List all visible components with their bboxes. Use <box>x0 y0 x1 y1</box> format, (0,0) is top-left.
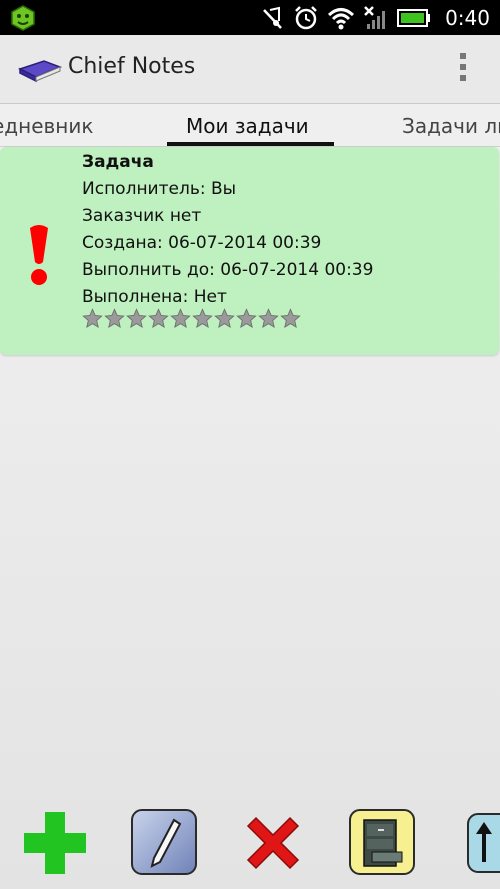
clock-time: 0:40 <box>445 5 490 30</box>
overflow-menu-icon[interactable] <box>458 53 468 85</box>
star-icon[interactable] <box>82 308 103 329</box>
task-title: Задача <box>82 152 154 172</box>
task-card[interactable]: Задача Исполнитель: Вы Заказчик нет Созд… <box>0 147 499 355</box>
tab-my-tasks[interactable]: Мои задачи <box>186 114 309 138</box>
no-signal-icon <box>364 5 386 29</box>
task-created: Создана: 06-07-2014 00:39 <box>82 233 322 253</box>
star-icon[interactable] <box>148 308 169 329</box>
task-customer: Заказчик нет <box>82 206 202 226</box>
add-icon[interactable] <box>20 808 90 878</box>
bottom-toolbar <box>0 806 500 889</box>
book-app-icon[interactable] <box>16 57 64 83</box>
tab-diary[interactable]: едневник <box>0 114 93 138</box>
star-icon[interactable] <box>258 308 279 329</box>
selected-tab-indicator <box>167 142 334 146</box>
alarm-clock-icon <box>295 5 317 29</box>
rating-stars[interactable] <box>82 308 301 329</box>
star-icon[interactable] <box>280 308 301 329</box>
task-assignee: Исполнитель: Вы <box>82 179 237 199</box>
task-due: Выполнить до: 06-07-2014 00:39 <box>82 260 374 280</box>
action-bar: Chief Notes <box>0 35 500 104</box>
up-arrow-icon[interactable] <box>466 808 500 876</box>
android-app-icon <box>11 5 35 31</box>
wifi-icon <box>328 7 355 29</box>
tab-bar: едневник Мои задачи Задачи ли <box>0 104 500 147</box>
music-muted-icon <box>263 6 282 29</box>
delete-icon[interactable] <box>238 808 308 878</box>
task-done: Выполнена: Нет <box>82 287 227 307</box>
status-bar: 0:40 <box>0 0 500 35</box>
star-icon[interactable] <box>170 308 191 329</box>
edit-icon[interactable] <box>130 808 198 876</box>
star-icon[interactable] <box>104 308 125 329</box>
high-priority-icon <box>30 225 48 285</box>
star-icon[interactable] <box>236 308 257 329</box>
star-icon[interactable] <box>214 308 235 329</box>
star-icon[interactable] <box>192 308 213 329</box>
tab-personal-tasks[interactable]: Задачи ли <box>402 114 500 138</box>
star-icon[interactable] <box>126 308 147 329</box>
battery-icon <box>397 8 431 27</box>
app-title: Chief Notes <box>68 54 196 79</box>
archive-icon[interactable] <box>348 808 416 876</box>
